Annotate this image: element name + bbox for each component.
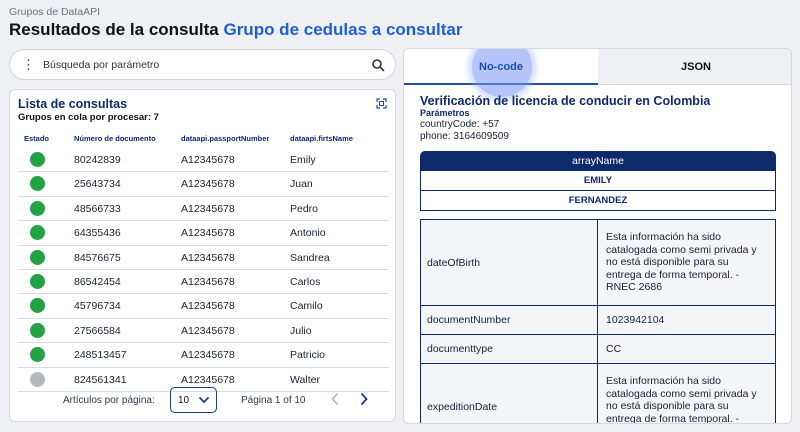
chevron-left-icon[interactable] xyxy=(330,392,340,406)
status-dot xyxy=(30,176,45,192)
passport-number: A12345678 xyxy=(181,373,235,386)
doc-number: 84576675 xyxy=(74,251,121,264)
field-value: 1023942104 xyxy=(606,313,665,326)
table-row[interactable]: 84576675 A12345678 Sandrea xyxy=(18,246,389,270)
array-name-header: arrayName xyxy=(420,151,776,171)
field-row: documenttype CC xyxy=(421,335,775,364)
passport-number: A12345678 xyxy=(181,300,235,313)
first-name: Patricio xyxy=(290,349,326,362)
array-value: FERNANDEZ xyxy=(420,191,776,211)
first-name: Juan xyxy=(290,178,313,191)
status-dot xyxy=(30,225,45,241)
table-row[interactable]: 86542454 A12345678 Carlos xyxy=(18,270,389,295)
first-name: Antonio xyxy=(290,227,326,240)
items-per-page-value: 10 xyxy=(178,394,190,406)
table-row[interactable]: 27566584 A12345678 Julio xyxy=(18,319,389,344)
chevron-down-icon xyxy=(198,396,210,404)
first-name: Walter xyxy=(290,373,320,386)
status-dot xyxy=(30,249,45,265)
passport-number: A12345678 xyxy=(181,251,235,264)
page-title-group: Grupo de cedulas a consultar xyxy=(223,20,463,39)
expand-icon[interactable] xyxy=(376,98,387,109)
fields-table: dateOfBirth Esta información ha sido cat… xyxy=(420,219,776,424)
page-title-main: Resultados de la consulta xyxy=(9,20,219,39)
page-indicator: Página 1 of 10 xyxy=(241,395,306,406)
field-value: CC xyxy=(606,342,622,355)
field-key: documenttype xyxy=(421,335,598,363)
page-title: Resultados de la consulta Grupo de cedul… xyxy=(9,20,462,40)
doc-number: 824561341 xyxy=(74,373,127,386)
passport-number: A12345678 xyxy=(181,154,235,166)
search-bar[interactable]: ⋮ xyxy=(9,49,396,80)
col-firstname[interactable]: dataapi.firtsName xyxy=(290,134,353,143)
passport-number: A12345678 xyxy=(181,227,235,240)
doc-number: 80242839 xyxy=(74,154,121,166)
table-row[interactable]: 80242839 A12345678 Emily xyxy=(18,148,389,173)
tab-no-code[interactable]: No-code xyxy=(404,49,598,97)
breadcrumb[interactable]: Grupos de DataAPI xyxy=(9,6,100,18)
col-passport[interactable]: dataapi.passportNumber xyxy=(181,134,269,143)
field-row: documentNumber 1023942104 xyxy=(421,306,775,335)
doc-number: 86542454 xyxy=(74,275,121,288)
passport-number: A12345678 xyxy=(181,178,235,191)
status-dot xyxy=(30,347,45,363)
items-per-page-label: Artículos por página: xyxy=(63,395,155,406)
table-row[interactable]: 45796734 A12345678 Camilo xyxy=(18,294,389,319)
status-dot xyxy=(30,152,45,167)
table-row[interactable]: 248513457 A12345678 Patricio xyxy=(18,343,389,368)
tab-json[interactable]: JSON xyxy=(599,49,791,85)
status-dot xyxy=(30,200,45,216)
field-key: dateOfBirth xyxy=(421,220,598,305)
first-name: Pedro xyxy=(290,202,319,215)
param-country-code: countryCode: +57 xyxy=(420,119,500,130)
param-phone: phone: 3164609509 xyxy=(420,131,509,142)
search-input[interactable] xyxy=(43,58,371,71)
doc-number: 27566584 xyxy=(74,324,121,337)
first-name: Sandrea xyxy=(290,251,330,264)
array-value: EMILY xyxy=(420,171,776,191)
table-row[interactable]: 25643734 A12345678 Juan xyxy=(18,172,389,197)
items-per-page-select[interactable]: 10 xyxy=(170,387,217,413)
detail-title: Verificación de licencia de conducir en … xyxy=(420,94,711,108)
passport-number: A12345678 xyxy=(181,202,235,215)
doc-number: 248513457 xyxy=(74,349,127,362)
queue-count: Grupos en cola por procesar: 7 xyxy=(18,112,159,123)
table-row[interactable]: 64355436 A12345678 Antonio xyxy=(18,221,389,246)
first-name: Carlos xyxy=(290,275,321,288)
field-row: expeditionDate Esta información ha sido … xyxy=(421,364,775,424)
search-icon[interactable] xyxy=(371,58,385,72)
table-row[interactable]: 48566733 A12345678 Pedro xyxy=(18,197,389,222)
col-estado[interactable]: Estado xyxy=(24,134,49,143)
field-value: Esta información ha sido catalogada como… xyxy=(606,231,757,294)
more-vertical-icon[interactable]: ⋮ xyxy=(22,58,35,71)
field-value: Esta información ha sido catalogada como… xyxy=(606,375,757,424)
table-body: 80242839 A12345678 Emily 25643734 A12345678… xyxy=(18,148,389,392)
first-name: Julio xyxy=(290,324,312,337)
col-documento[interactable]: Número de documento xyxy=(74,134,156,143)
table-header: Estado Número de documento dataapi.passp… xyxy=(18,132,389,148)
tab-no-code-label: No-code xyxy=(479,61,523,73)
params-label: Parámetros xyxy=(420,108,470,118)
list-title: Lista de consultas xyxy=(18,97,128,111)
doc-number: 48566733 xyxy=(74,202,121,215)
chevron-right-icon[interactable] xyxy=(359,392,369,406)
tab-bar: No-code JSON xyxy=(404,49,791,97)
status-dot xyxy=(30,273,45,289)
doc-number: 25643734 xyxy=(74,178,121,191)
passport-number: A12345678 xyxy=(181,275,235,288)
first-name: Emily xyxy=(290,154,316,166)
passport-number: A12345678 xyxy=(181,349,235,362)
field-key: documentNumber xyxy=(421,306,598,334)
doc-number: 64355436 xyxy=(74,227,121,240)
query-list-panel: Lista de consultas Grupos en cola por pr… xyxy=(9,89,396,422)
first-name: Camilo xyxy=(290,300,323,313)
status-dot xyxy=(30,322,45,338)
field-key: expeditionDate xyxy=(421,364,598,423)
status-dot xyxy=(30,298,45,314)
result-detail-panel: No-code JSON Verificación de licencia de… xyxy=(403,48,792,424)
pagination: Artículos por página: 10 Página 1 of 10 xyxy=(18,385,389,415)
field-row: dateOfBirth Esta información ha sido cat… xyxy=(421,220,775,306)
passport-number: A12345678 xyxy=(181,324,235,337)
doc-number: 45796734 xyxy=(74,300,121,313)
